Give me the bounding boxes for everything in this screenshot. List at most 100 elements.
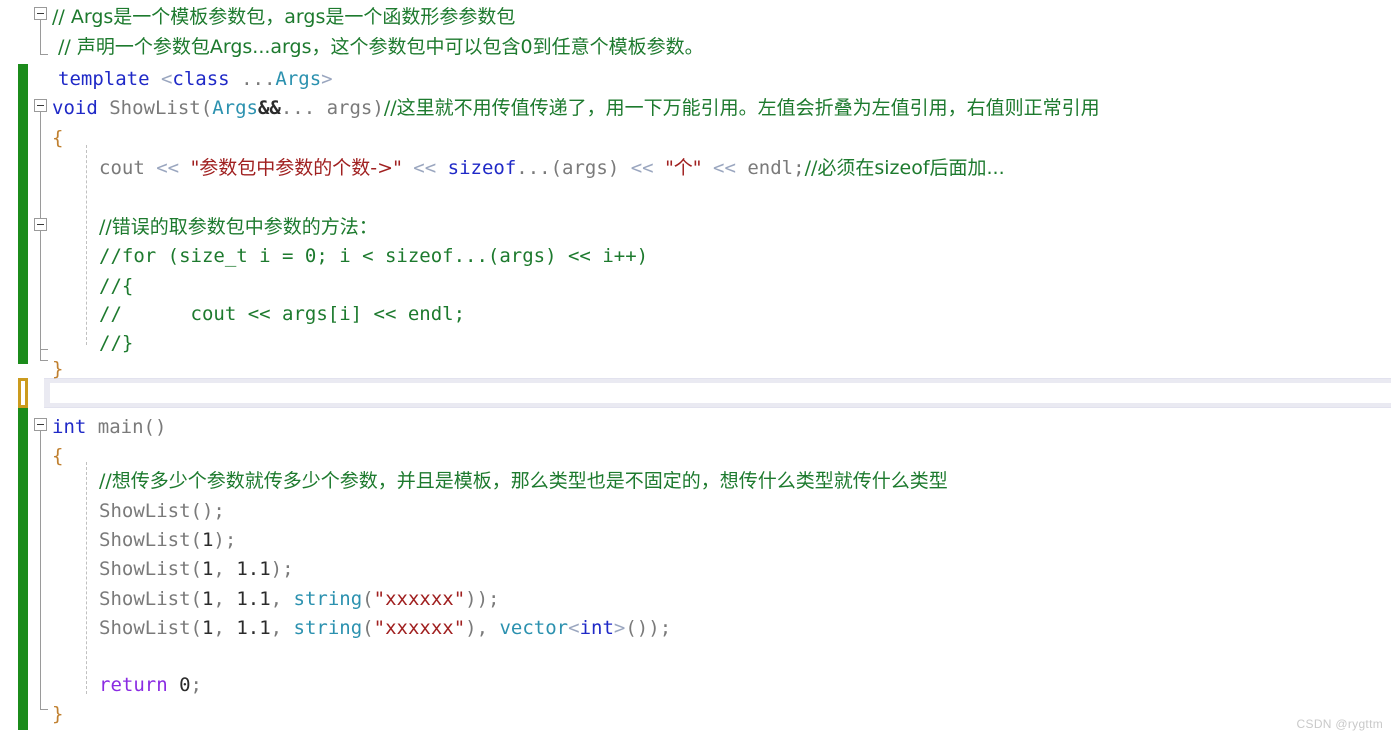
code-line[interactable] [0, 643, 110, 673]
token-punct: ) [465, 617, 477, 639]
token-brace: { [52, 127, 64, 149]
token-punct: ... [241, 68, 276, 90]
code-line[interactable] [0, 382, 63, 412]
token-punct: ; [190, 674, 202, 696]
code-line[interactable]: template <class ...Args> [0, 64, 333, 94]
token-punct: ) [607, 157, 620, 179]
token-comment: //想传多少个参数就传多少个参数，并且是模板，那么类型也是不固定的，想传什么类型… [99, 470, 948, 492]
token-comment: // 声明一个参数包Args...args，这个参数包中可以包含0到任意个模板参… [58, 36, 704, 58]
token-comment: //这里就不用传值传递了，用一下万能引用。左值会折叠为左值引用，右值则正常引用 [383, 97, 1100, 119]
token-punct: ( [190, 529, 202, 551]
code-line[interactable]: cout << "参数包中参数的个数->" << sizeof...(args)… [0, 153, 1005, 183]
code-editor-canvas[interactable]: // Args是一个模板参数包，args是一个函数形参参数包 // 声明一个参数包… [0, 0, 1391, 737]
token-punct: ; [793, 157, 805, 179]
token-num: 1.1 [236, 588, 271, 610]
token-bold: && [257, 97, 281, 119]
token-string: "xxxxxx" [373, 617, 466, 639]
code-line[interactable]: } [0, 699, 63, 729]
token-keyword: template [58, 68, 150, 90]
code-line[interactable]: //想传多少个参数就传多少个参数，并且是模板，那么类型也是不固定的，想传什么类型… [0, 466, 948, 496]
code-line[interactable]: void ShowList(Args&&... args)//这里就不用传值传递… [0, 93, 1100, 123]
current-line-inner [50, 383, 1391, 403]
token-ident: args [562, 157, 608, 179]
code-line[interactable]: { [0, 123, 63, 153]
token-punct: ; [213, 500, 225, 522]
token-keyword: int [579, 617, 614, 639]
token-comment: // Args是一个模板参数包，args是一个函数形参参数包 [52, 6, 516, 28]
token-comment: // cout << args[i] << endl; [99, 303, 466, 325]
token-comment: //{ [99, 275, 134, 297]
code-line[interactable]: //for (size_t i = 0; i < sizeof...(args)… [0, 241, 648, 271]
code-line[interactable]: // Args是一个模板参数包，args是一个函数形参参数包 [0, 2, 515, 32]
code-line[interactable]: // cout << args[i] << endl; [0, 299, 465, 329]
token-ident: cout [99, 157, 145, 179]
token-ident: ShowList [99, 588, 191, 610]
code-line[interactable]: ShowList(1, 1.1); [0, 554, 294, 584]
token-punct: ) [372, 97, 384, 119]
code-line[interactable]: return 0; [0, 670, 202, 700]
token-ident: ShowList [99, 529, 191, 551]
token-sizeof: sizeof [447, 157, 517, 179]
code-line[interactable]: int main() [0, 412, 166, 442]
token-punct: () [143, 416, 167, 438]
token-num: 1 [201, 617, 214, 639]
code-line[interactable]: //错误的取参数包中参数的方法： [0, 212, 378, 242]
token-punct: , [213, 617, 237, 639]
token-type: vector [499, 617, 569, 639]
code-line[interactable]: //{ [0, 271, 133, 301]
token-op: << [713, 157, 736, 179]
token-brace: } [52, 703, 64, 725]
token-ctrl: return [99, 674, 168, 696]
token-punct: ()) [625, 617, 660, 639]
token-ident: ShowList [99, 500, 191, 522]
code-line[interactable]: ShowList(1, 1.1, string("xxxxxx")); [0, 584, 499, 614]
token-keyword: class [172, 68, 230, 90]
token-num: 1.1 [236, 558, 271, 580]
code-line[interactable]: ShowList(); [0, 496, 225, 526]
token-punct: , [213, 588, 237, 610]
csdn-watermark: CSDN @rygttm [1296, 717, 1383, 731]
token-ident: endl [747, 157, 794, 179]
code-line[interactable]: ShowList(1); [0, 525, 236, 555]
token-punct: ; [488, 588, 500, 610]
token-op: < [568, 617, 580, 639]
token-punct: ( [190, 558, 202, 580]
token-keyword: int [52, 416, 87, 438]
token-num: 1.1 [236, 617, 271, 639]
token-comment: //for (size_t i = 0; i < sizeof...(args)… [99, 245, 649, 267]
code-line[interactable]: } [0, 354, 63, 384]
token-num: 1 [201, 529, 214, 551]
token-punct: , [270, 588, 294, 610]
token-punct: () [190, 500, 214, 522]
token-punct: ) [213, 529, 225, 551]
token-num: 0 [179, 674, 191, 696]
token-type: string [293, 617, 363, 639]
token-punct: ) [270, 558, 283, 580]
code-line[interactable]: // 声明一个参数包Args...args，这个参数包中可以包含0到任意个模板参… [0, 32, 704, 62]
code-line[interactable]: ShowList(1, 1.1, string("xxxxxx"), vecto… [0, 613, 671, 643]
token-brace: } [52, 358, 64, 380]
token-ident: main [97, 416, 144, 438]
token-comment: //错误的取参数包中参数的方法： [99, 216, 378, 238]
token-type: Args [275, 68, 322, 90]
token-punct: ( [190, 617, 202, 639]
token-ident: ShowList [99, 617, 191, 639]
token-punct: ( [200, 97, 213, 119]
token-punct: ( [362, 617, 374, 639]
token-keyword: void [52, 97, 98, 119]
code-line[interactable] [0, 183, 110, 213]
token-punct: ( [550, 157, 563, 179]
token-comment: //必须在sizeof后面加... [804, 157, 1005, 179]
token-type: string [293, 588, 363, 610]
token-punct: ; [224, 529, 237, 551]
token-string: "参数包中参数的个数->" [190, 157, 402, 179]
